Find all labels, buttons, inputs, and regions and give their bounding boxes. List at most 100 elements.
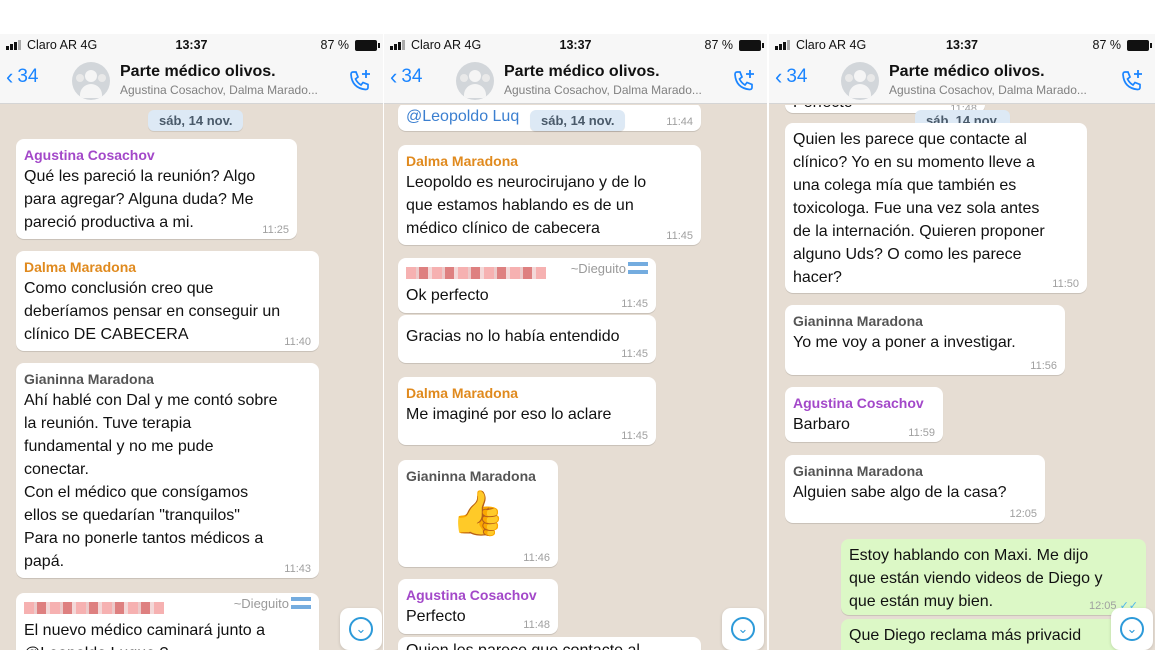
scroll-down-button[interactable]: ⌄ xyxy=(340,608,382,650)
group-members[interactable]: Agustina Cosachov, Dalma Marado... xyxy=(120,83,318,97)
add-call-icon[interactable] xyxy=(347,68,373,94)
message-bubble-outgoing[interactable]: Estoy hablando con Maxi. Me dijo que est… xyxy=(841,539,1146,615)
message-text: Alguien sabe algo de la casa? xyxy=(793,484,1007,501)
message-list[interactable]: sáb, 14 nov. Agustina Cosachov Qué les p… xyxy=(0,105,383,650)
group-title[interactable]: Parte médico olivos. xyxy=(504,63,660,81)
group-members[interactable]: Agustina Cosachov, Dalma Marado... xyxy=(889,83,1087,97)
message-time: 12:05 xyxy=(1009,508,1037,520)
chat-screenshot-1: Claro AR 4G 13:37 87 % ‹ 34 Parte médico… xyxy=(0,34,383,650)
group-avatar-icon[interactable] xyxy=(841,62,879,100)
chevron-down-icon: ⌄ xyxy=(731,617,755,641)
chat-header: ‹ 34 Parte médico olivos. Agustina Cosac… xyxy=(384,58,767,104)
message-bubble[interactable]: ~Dieguito El nuevo médico caminará junto… xyxy=(16,593,319,650)
chevron-down-icon: ⌄ xyxy=(1120,617,1144,641)
message-text: Ok perfecto xyxy=(406,287,489,304)
sender-name: Agustina Cosachov xyxy=(406,587,537,603)
message-list[interactable]: Perfecto 11:48 sáb, 14 nov. Quien les pa… xyxy=(769,105,1155,650)
message-bubble[interactable]: Dalma Maradona Me imaginé por eso lo acl… xyxy=(398,377,656,445)
sender-name: Gianinna Maradona xyxy=(24,371,154,387)
scroll-down-button[interactable]: ⌄ xyxy=(722,608,764,650)
message-text: Gracias no lo había entendido xyxy=(406,328,620,345)
status-bar: Claro AR 4G 13:37 87 % xyxy=(384,34,767,58)
status-bar: Claro AR 4G 13:37 87 % xyxy=(769,34,1155,58)
message-text: Me imaginé por eso lo aclare xyxy=(406,406,612,423)
message-text: Yo me voy a poner a investigar. xyxy=(793,334,1016,351)
message-text: Que Diego reclama más privacid xyxy=(849,627,1082,644)
message-bubble[interactable]: Gracias no lo había entendido 11:45 xyxy=(398,315,656,363)
message-time: 11:59 xyxy=(908,427,935,439)
message-text: Qué les pareció la reunión? Algo para ag… xyxy=(24,168,256,231)
message-bubble[interactable]: Gianinna Maradona Ahí hablé con Dal y me… xyxy=(16,363,319,578)
sender-name: Gianinna Maradona xyxy=(793,313,923,329)
message-text: Quien les parece que contacte al xyxy=(406,639,693,650)
add-call-icon[interactable] xyxy=(1119,68,1145,94)
message-text: Ahí hablé con Dal y me contó sobre la re… xyxy=(24,392,278,570)
chat-screenshot-3: Claro AR 4G 13:37 87 % ‹ 34 Parte médico… xyxy=(769,34,1155,650)
unread-count: 34 xyxy=(401,66,423,87)
message-bubble[interactable]: Agustina Cosachov Qué les pareció la reu… xyxy=(16,139,297,239)
message-list[interactable]: @Leopoldo Luq 11:44 sáb, 14 nov. Dalma M… xyxy=(384,105,767,650)
chat-header: ‹ 34 Parte médico olivos. Agustina Cosac… xyxy=(769,58,1155,104)
message-bubble[interactable]: Dalma Maradona Como conclusión creo que … xyxy=(16,251,319,351)
sender-name: Gianinna Maradona xyxy=(793,463,923,479)
sender-alias: ~Dieguito xyxy=(234,596,311,611)
chevron-left-icon: ‹ xyxy=(775,64,783,89)
unread-count: 34 xyxy=(17,66,39,87)
message-time: 11:25 xyxy=(262,224,289,236)
sender-name: Gianinna Maradona xyxy=(406,468,536,484)
sender-name: Dalma Maradona xyxy=(406,385,519,401)
redacted-phone xyxy=(406,267,546,279)
message-time: 11:50 xyxy=(1052,278,1079,290)
chat-screenshot-2: Claro AR 4G 13:37 87 % ‹ 34 Parte médico… xyxy=(384,34,767,650)
chevron-down-icon: ⌄ xyxy=(349,617,373,641)
message-bubble[interactable]: Agustina Cosachov Perfecto 11:48 xyxy=(398,579,558,634)
group-members[interactable]: Agustina Cosachov, Dalma Marado... xyxy=(504,83,702,97)
message-time: 11:48 xyxy=(523,619,550,631)
message-time: 11:40 xyxy=(284,336,311,348)
group-title[interactable]: Parte médico olivos. xyxy=(889,63,1045,81)
message-time: 11:45 xyxy=(621,430,648,442)
message-time: 11:43 xyxy=(284,563,311,575)
message-bubble[interactable]: Gianinna Maradona Yo me voy a poner a in… xyxy=(785,305,1065,375)
battery-icon xyxy=(1127,40,1152,51)
thumbs-up-icon: 👍 xyxy=(450,489,506,538)
add-call-icon[interactable] xyxy=(731,68,757,94)
message-bubble[interactable]: Agustina Cosachov Barbaro 11:59 xyxy=(785,387,943,442)
message-time: 11:46 xyxy=(523,552,550,564)
message-time: 11:44 xyxy=(666,116,693,128)
battery-percent: 87 % xyxy=(320,38,350,52)
back-button[interactable]: ‹ 34 xyxy=(775,66,807,88)
chat-header: ‹ 34 Parte médico olivos. Agustina Cosac… xyxy=(0,58,383,104)
message-text: Leopoldo es neurocirujano y de lo que es… xyxy=(406,174,647,237)
message-text: Como conclusión creo que deberíamos pens… xyxy=(24,280,281,343)
message-text: El nuevo médico caminará junto a @Leopol… xyxy=(24,622,266,650)
message-bubble-outgoing[interactable]: Que Diego reclama más privacid xyxy=(841,619,1146,650)
unread-count: 34 xyxy=(786,66,808,87)
group-avatar-icon[interactable] xyxy=(72,62,110,100)
argentina-flag-icon xyxy=(628,262,648,274)
date-chip: sáb, 14 nov. xyxy=(148,110,244,131)
message-bubble[interactable]: Gianinna Maradona 👍 11:46 xyxy=(398,460,558,567)
message-bubble[interactable]: Dalma Maradona Leopoldo es neurocirujano… xyxy=(398,145,701,245)
back-button[interactable]: ‹ 34 xyxy=(390,66,422,88)
status-bar: Claro AR 4G 13:37 87 % xyxy=(0,34,383,58)
message-time: 11:45 xyxy=(621,298,648,310)
sender-name: Dalma Maradona xyxy=(406,153,519,169)
sender-name: Dalma Maradona xyxy=(24,259,137,275)
scroll-down-button[interactable]: ⌄ xyxy=(1111,608,1153,650)
back-button[interactable]: ‹ 34 xyxy=(6,66,38,88)
message-bubble[interactable]: Quien les parece que contacte al xyxy=(398,637,701,650)
date-chip: sáb, 14 nov. xyxy=(530,110,626,131)
battery-icon xyxy=(355,40,380,51)
group-title[interactable]: Parte médico olivos. xyxy=(120,63,276,81)
battery-percent: 87 % xyxy=(704,38,734,52)
message-bubble[interactable]: Quien les parece que contacte al clínico… xyxy=(785,123,1087,293)
message-time: 11:56 xyxy=(1030,360,1057,372)
message-bubble[interactable]: Gianinna Maradona Alguien sabe algo de l… xyxy=(785,455,1045,523)
sender-name: Agustina Cosachov xyxy=(793,395,924,411)
group-avatar-icon[interactable] xyxy=(456,62,494,100)
redacted-phone xyxy=(24,602,164,614)
chevron-left-icon: ‹ xyxy=(390,64,398,89)
argentina-flag-icon xyxy=(291,597,311,609)
message-bubble[interactable]: ~Dieguito Ok perfecto 11:45 xyxy=(398,258,656,313)
